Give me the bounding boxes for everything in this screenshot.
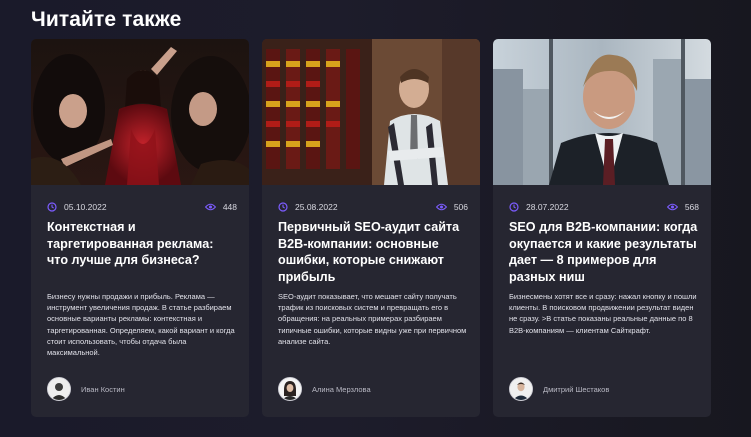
article-image[interactable] xyxy=(262,39,480,185)
article-cards: 05.10.2022 448 Контекстная и таргетирова… xyxy=(31,39,711,417)
article-date: 25.08.2022 xyxy=(295,202,338,212)
clock-icon xyxy=(509,202,519,212)
author-name: Иван Костин xyxy=(81,384,125,394)
article-card-1[interactable]: 05.10.2022 448 Контекстная и таргетирова… xyxy=(31,39,249,417)
article-meta: 28.07.2022 568 xyxy=(509,200,699,214)
article-views: 506 xyxy=(453,202,468,212)
avatar xyxy=(47,377,71,401)
article-description: Бизнесмены хотят все и сразу: нажал кноп… xyxy=(509,292,697,335)
clock-icon xyxy=(278,202,288,212)
article-meta: 05.10.2022 448 xyxy=(47,200,237,214)
author-name: Дмитрий Шестаков xyxy=(543,384,610,394)
article-image[interactable] xyxy=(31,39,249,185)
article-meta: 25.08.2022 506 xyxy=(278,200,468,214)
article-views: 448 xyxy=(222,202,237,212)
article-card-2[interactable]: 25.08.2022 506 Первичный SEO-аудит сайта… xyxy=(262,39,480,417)
eye-icon xyxy=(204,203,216,211)
article-date: 05.10.2022 xyxy=(64,202,107,212)
article-author: Алина Мерзлова xyxy=(278,377,371,401)
article-image[interactable] xyxy=(493,39,711,185)
author-name: Алина Мерзлова xyxy=(312,384,371,394)
article-description: SEO-аудит показывает, что мешает сайту п… xyxy=(278,292,467,346)
article-card-3[interactable]: 28.07.2022 568 SEO для B2B-компании: ког… xyxy=(493,39,711,417)
section-title: Читайте также xyxy=(31,8,182,31)
article-author: Иван Костин xyxy=(47,377,125,401)
clock-icon xyxy=(47,202,57,212)
article-author: Дмитрий Шестаков xyxy=(509,377,609,401)
article-title[interactable]: Первичный SEO-аудит сайта B2B-компании: … xyxy=(278,219,468,285)
avatar xyxy=(278,377,302,401)
article-title[interactable]: Контекстная и таргетированная реклама: ч… xyxy=(47,219,237,269)
article-views: 568 xyxy=(684,202,699,212)
article-date: 28.07.2022 xyxy=(526,202,569,212)
read-also-section: Читайте также 05.10.2022 448 Контекстная… xyxy=(0,0,751,437)
article-title[interactable]: SEO для B2B-компании: когда окупается и … xyxy=(509,219,699,285)
avatar xyxy=(509,377,533,401)
eye-icon xyxy=(435,203,447,211)
article-description: Бизнесу нужны продажи и прибыль. Реклама… xyxy=(47,292,235,358)
eye-icon xyxy=(666,203,678,211)
